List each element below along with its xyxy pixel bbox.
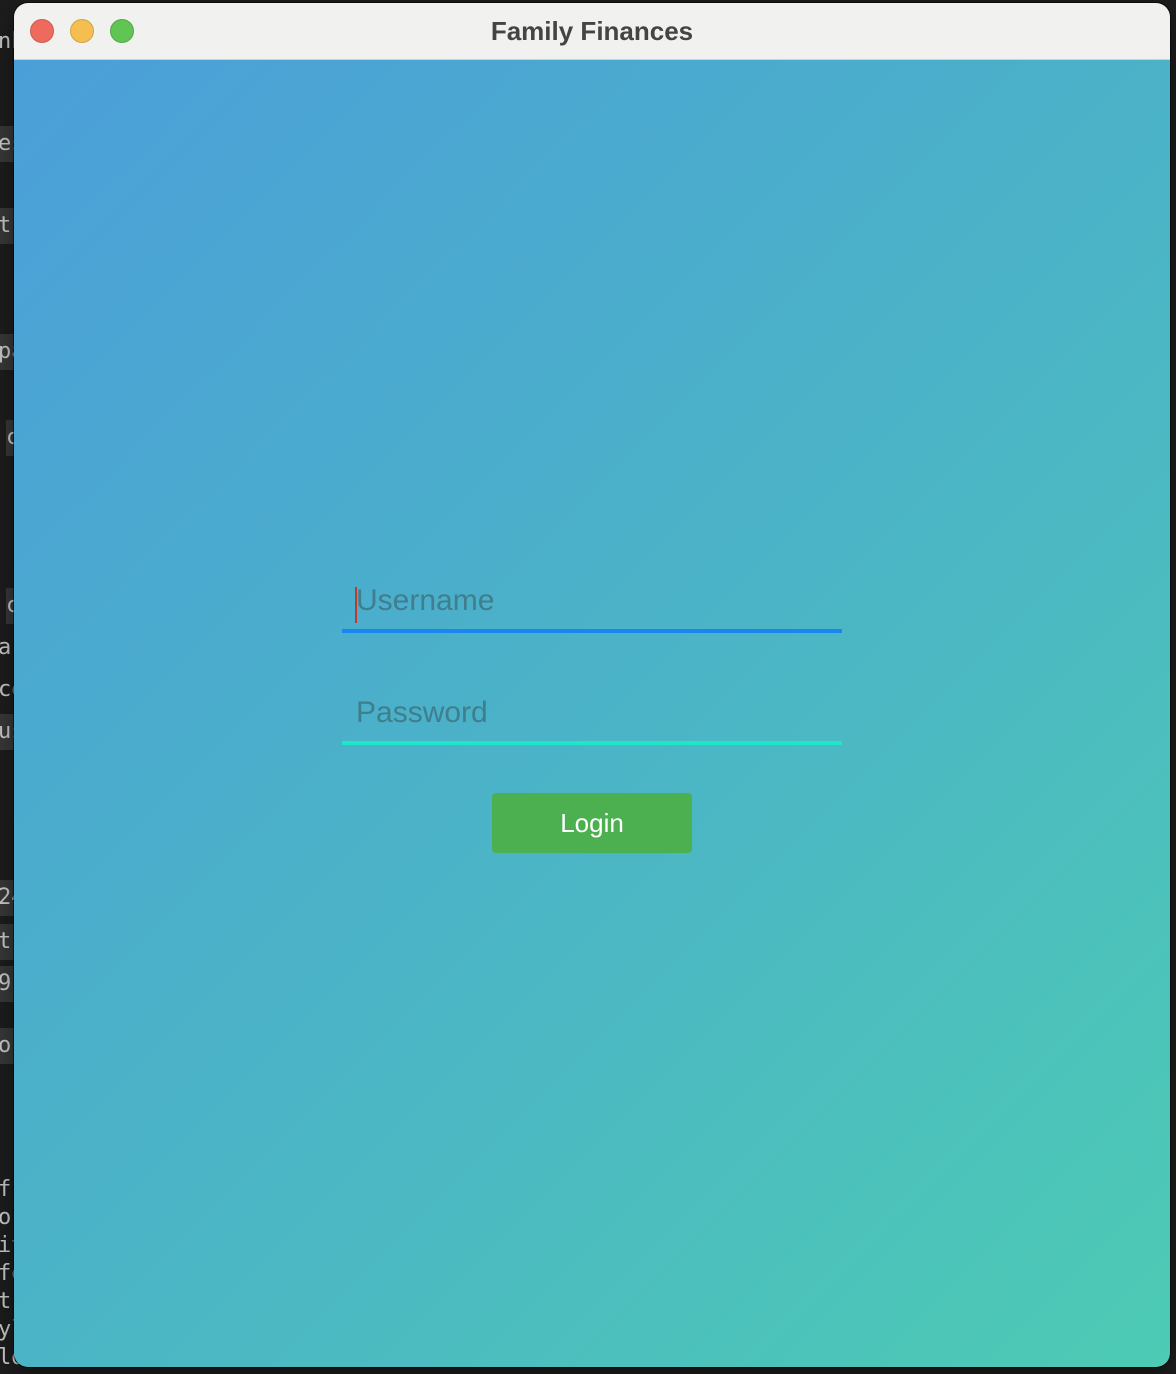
login-panel: Login (14, 60, 1170, 1367)
password-underline (342, 741, 842, 745)
terminal-text-fragment: f (0, 1177, 12, 1202)
text-cursor (355, 587, 357, 623)
password-field (342, 685, 842, 745)
terminal-text-fragment: a (0, 635, 12, 660)
username-underline (342, 629, 842, 633)
login-button[interactable]: Login (492, 793, 692, 853)
username-field (342, 573, 842, 633)
terminal-text-fragment: o (0, 1205, 12, 1230)
username-input[interactable] (342, 573, 842, 629)
password-input[interactable] (342, 685, 842, 741)
terminal-text-fragment: t (0, 1289, 12, 1314)
title-bar[interactable]: Family Finances (14, 3, 1170, 60)
app-window: Family Finances Login (14, 3, 1170, 1367)
window-title: Family Finances (490, 16, 694, 46)
